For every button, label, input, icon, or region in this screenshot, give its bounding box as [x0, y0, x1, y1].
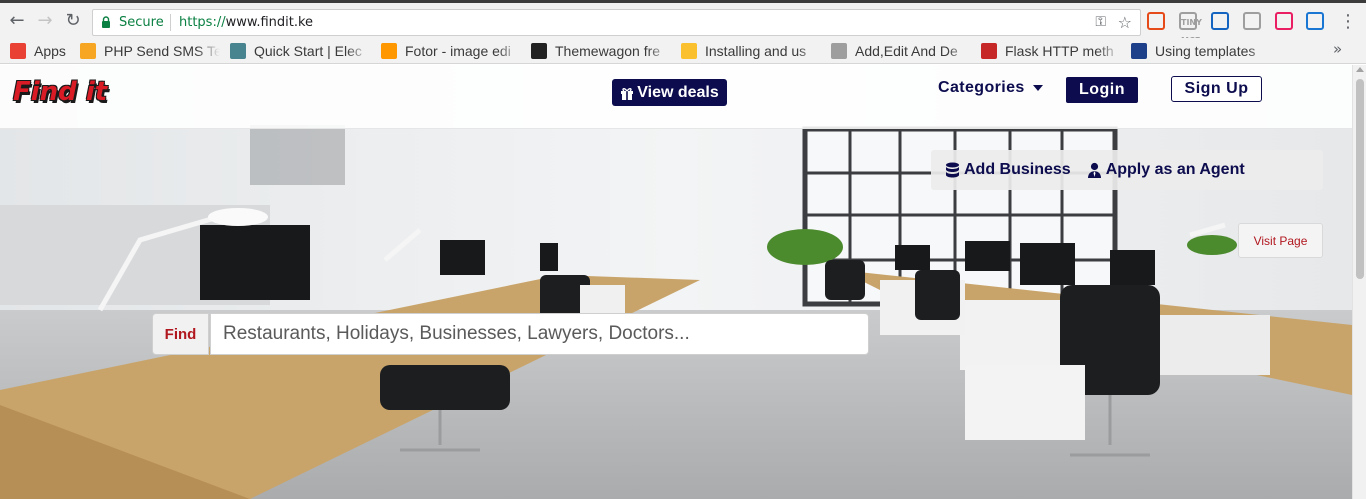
login-button[interactable]: Login: [1066, 77, 1138, 103]
office-extension-icon[interactable]: [1147, 12, 1165, 30]
tinymce-extension-icon[interactable]: TINY MCE: [1179, 12, 1202, 45]
bookmark-favicon-icon: [681, 43, 697, 59]
angular-extension-icon[interactable]: [1211, 12, 1229, 30]
star-icon[interactable]: ☆: [1118, 13, 1132, 32]
address-bar[interactable]: Secure https://www.findit.ke ⚿ ☆: [92, 9, 1141, 36]
bookmark-favicon-icon: [981, 43, 997, 59]
bookmark-item[interactable]: Installing and us: [681, 41, 821, 61]
database-icon: [946, 162, 959, 177]
bookmark-favicon-icon: [80, 43, 96, 59]
apps-grid-icon: [10, 43, 26, 59]
browser-toolbar: ← → ↻ Secure https://www.findit.ke ⚿ ☆ T…: [0, 0, 1366, 45]
url-text[interactable]: https://www.findit.ke: [179, 15, 313, 30]
bookmark-label: Add,Edit And De: [855, 43, 958, 59]
bookmark-label: Using templates: [1155, 43, 1256, 59]
bookmark-item[interactable]: Flask HTTP meth: [981, 41, 1121, 61]
categories-label: Categories: [938, 79, 1025, 96]
bookmarks-more-icon[interactable]: »: [1333, 40, 1342, 58]
bookmark-item[interactable]: Themewagon fre: [531, 41, 671, 61]
bookmark-label: Fotor - image edi: [405, 43, 511, 59]
site-header: Find it View deals Categories Login Sign…: [0, 65, 1352, 129]
bookmark-item[interactable]: PHP Send SMS Te: [80, 41, 220, 61]
bookmark-item[interactable]: Quick Start | Elec: [230, 41, 370, 61]
bookmark-favicon-icon: [531, 43, 547, 59]
reload-icon[interactable]: ↻: [62, 10, 84, 32]
visit-page-button[interactable]: Visit Page: [1238, 223, 1323, 258]
user-tie-icon: [1087, 162, 1101, 178]
bookmark-favicon-icon: [230, 43, 246, 59]
page-scrollbar[interactable]: [1352, 65, 1366, 499]
bookmark-label: Installing and us: [705, 43, 807, 59]
bookmarks-bar: Apps PHP Send SMS Te Quick Start | Elec Fot…: [0, 38, 1366, 64]
scroll-thumb[interactable]: [1356, 79, 1364, 279]
apply-agent-link[interactable]: Apply as an Agent: [1087, 161, 1245, 179]
find-label: Find: [152, 313, 209, 355]
view-deals-label: View deals: [637, 83, 719, 101]
apply-agent-label: Apply as an Agent: [1105, 161, 1245, 178]
menu-icon[interactable]: ⋮: [1338, 11, 1358, 33]
bookmark-favicon-icon: [381, 43, 397, 59]
bookmark-item[interactable]: Add,Edit And De: [831, 41, 971, 61]
page-viewport: Find it View deals Categories Login Sign…: [0, 65, 1352, 499]
bookmark-favicon-icon: [831, 43, 847, 59]
forward-icon[interactable]: →: [34, 10, 56, 32]
bookmark-item[interactable]: Fotor - image edi: [381, 41, 521, 61]
business-links-panel: Add Business Apply as an Agent: [931, 150, 1323, 190]
url-separator: [170, 14, 171, 31]
add-business-label: Add Business: [964, 161, 1071, 178]
lock-icon: [102, 16, 110, 28]
user-extension-icon[interactable]: [1306, 12, 1324, 30]
view-deals-button[interactable]: View deals: [612, 79, 727, 106]
caret-down-icon: [1032, 85, 1043, 91]
bookmark-label: Themewagon fre: [555, 43, 661, 59]
bookmark-item[interactable]: Apps: [10, 41, 72, 61]
bookmark-favicon-icon: [1131, 43, 1147, 59]
gift-icon: [621, 87, 634, 100]
bookmark-label: Apps: [34, 43, 66, 59]
scroll-up-icon[interactable]: [1356, 67, 1364, 72]
bookmark-item[interactable]: Using templates: [1131, 41, 1271, 61]
secure-label: Secure: [119, 15, 164, 30]
categories-dropdown[interactable]: Categories: [938, 79, 1043, 97]
color-extension-icon[interactable]: [1275, 12, 1293, 30]
search-input[interactable]: [210, 313, 869, 355]
add-business-link[interactable]: Add Business: [945, 161, 1071, 179]
key-icon[interactable]: ⚿: [1095, 14, 1106, 30]
signup-button[interactable]: Sign Up: [1171, 76, 1262, 102]
back-icon[interactable]: ←: [6, 10, 28, 32]
site-logo[interactable]: Find it: [13, 77, 107, 107]
react-extension-icon[interactable]: [1243, 12, 1261, 30]
hero-background-image: [0, 65, 1352, 499]
